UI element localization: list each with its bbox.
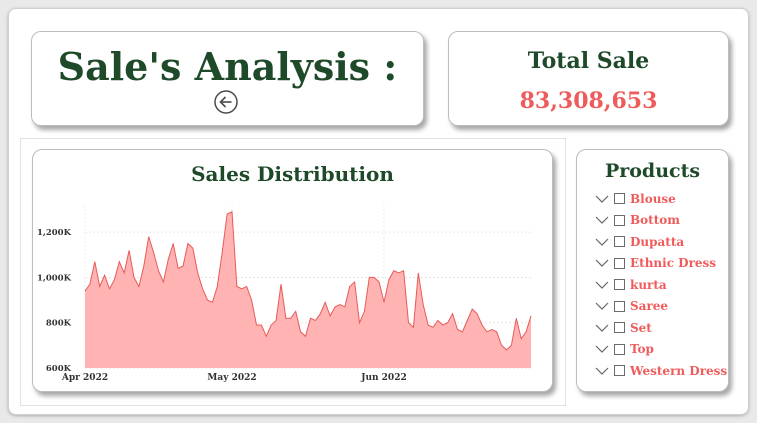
product-label: Western Dress (630, 363, 728, 378)
chevron-down-icon[interactable] (595, 258, 609, 268)
chevron-down-icon[interactable] (595, 344, 609, 354)
product-item[interactable]: Bottom (595, 210, 727, 232)
product-checkbox[interactable] (614, 279, 625, 291)
product-checkbox[interactable] (614, 193, 625, 205)
product-checkbox[interactable] (614, 257, 625, 269)
product-label: Top (630, 342, 654, 357)
product-label: Set (630, 320, 652, 335)
y-tick-label: 800K (46, 319, 72, 329)
sales-area-chart[interactable]: 600K800K1,000K1,200KApr 2022 May 2022 Jun … (33, 150, 554, 393)
total-sale-label: Total Sale (527, 48, 650, 74)
product-label: Ethnic Dress (630, 256, 717, 271)
chevron-down-icon[interactable] (595, 215, 609, 225)
chevron-down-icon[interactable] (595, 237, 609, 247)
product-item[interactable]: Blouse (595, 188, 727, 210)
product-label: Dupatta (630, 234, 685, 249)
product-item[interactable]: Top (595, 339, 727, 361)
product-checkbox[interactable] (614, 322, 625, 334)
chevron-down-icon[interactable] (595, 323, 609, 333)
product-checkbox[interactable] (614, 300, 625, 312)
chevron-down-icon[interactable] (595, 194, 609, 204)
chevron-down-icon[interactable] (595, 366, 609, 376)
x-tick-label: May 2022 (207, 373, 256, 383)
products-slicer: Products Blouse Bottom Dupatta Ethnic Dress… (576, 149, 729, 392)
page-title: Sale's Analysis : (57, 44, 398, 89)
product-item[interactable]: Saree (595, 296, 727, 318)
sales-distribution-card[interactable]: Sales Distribution 600K 800K 1,000K 1,200K A… (32, 149, 553, 392)
title-card: Sale's Analysis : (31, 31, 424, 126)
product-item[interactable]: Ethnic Dress (595, 253, 727, 275)
product-label: Saree (630, 299, 669, 314)
product-label: kurta (630, 277, 667, 292)
total-sale-card: Total Sale 83,308,653 (448, 31, 729, 126)
x-tick-label: Jun 2022 (360, 373, 407, 383)
product-checkbox[interactable] (614, 214, 625, 226)
product-checkbox[interactable] (614, 365, 625, 377)
product-label: Bottom (630, 213, 680, 228)
total-sale-value: 83,308,653 (519, 88, 658, 114)
product-checkbox[interactable] (614, 343, 625, 355)
products-list: Blouse Bottom Dupatta Ethnic Dress kurta Sare… (595, 188, 727, 382)
chevron-down-icon[interactable] (595, 301, 609, 311)
product-item[interactable]: Dupatta (595, 231, 727, 253)
product-item[interactable]: Western Dress (595, 360, 727, 382)
product-item[interactable]: Set (595, 317, 727, 339)
products-title: Products (604, 160, 701, 182)
arrow-left-circle-icon[interactable] (214, 90, 238, 114)
chevron-down-icon[interactable] (595, 280, 609, 290)
y-tick-label: 1,000K (37, 273, 72, 283)
y-tick-label: 1,200K (37, 228, 72, 238)
product-item[interactable]: kurta (595, 274, 727, 296)
product-checkbox[interactable] (614, 236, 625, 248)
x-tick-label: Apr 2022 (61, 373, 108, 383)
product-label: Blouse (630, 191, 676, 206)
sales-area[interactable] (85, 211, 531, 368)
